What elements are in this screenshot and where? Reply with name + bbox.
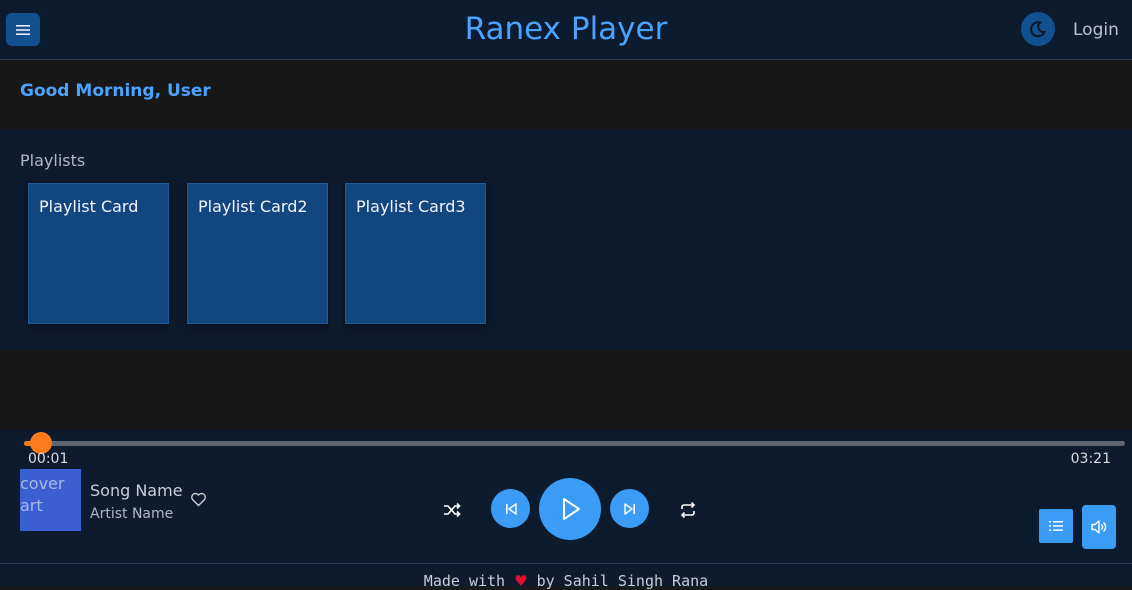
footer-author: by Sahil Singh Rana xyxy=(527,572,709,590)
login-link[interactable]: Login xyxy=(1073,20,1119,40)
cover-art-image: cover art xyxy=(20,469,81,531)
volume-icon xyxy=(1091,520,1107,534)
queue-list-icon xyxy=(1049,521,1063,531)
playlist-card[interactable]: Playlist Card3 xyxy=(345,183,486,324)
top-navbar: Ranex Player Login xyxy=(0,0,1132,60)
playlists-section: Playlists Playlist Card Playlist Card2 P… xyxy=(0,129,1132,350)
cover-art-alt-text: cover art xyxy=(20,474,65,515)
previous-button[interactable] xyxy=(491,489,530,528)
theme-toggle-button[interactable] xyxy=(1021,12,1055,46)
moon-icon xyxy=(1030,21,1047,38)
artist-name: Artist Name xyxy=(90,506,174,522)
play-button[interactable] xyxy=(539,478,601,540)
playlist-card-label: Playlist Card xyxy=(39,197,139,216)
repeat-icon xyxy=(680,501,696,519)
song-name: Song Name xyxy=(90,481,183,500)
app-title: Ranex Player xyxy=(464,11,668,47)
playlist-card[interactable]: Playlist Card xyxy=(28,183,169,324)
total-time: 03:21 xyxy=(1070,451,1111,467)
shuffle-button[interactable] xyxy=(441,499,463,521)
greeting-text: Good Morning, User xyxy=(20,81,211,101)
seek-slider[interactable] xyxy=(24,432,1125,454)
shuffle-icon xyxy=(444,502,461,518)
volume-button[interactable] xyxy=(1082,505,1116,549)
heart-outline-icon xyxy=(191,492,206,507)
greeting-section: Good Morning, User xyxy=(0,60,1132,129)
music-player-bar: 00:01 03:21 cover art Song Name Artist N… xyxy=(0,430,1132,585)
playlist-card-label: Playlist Card2 xyxy=(198,197,308,216)
footer-prefix: Made with xyxy=(423,572,515,590)
queue-button[interactable] xyxy=(1039,509,1073,543)
playlist-card-label: Playlist Card3 xyxy=(356,197,466,216)
footer: Made with ♥ by Sahil Singh Rana xyxy=(0,563,1132,590)
repeat-button[interactable] xyxy=(677,499,699,521)
empty-content-area xyxy=(0,350,1132,430)
footer-credit: Made with ♥ by Sahil Singh Rana xyxy=(0,572,1132,590)
heart-icon: ♥ xyxy=(514,572,528,590)
current-time: 00:01 xyxy=(28,451,69,467)
next-icon xyxy=(623,502,635,515)
playlists-heading: Playlists xyxy=(20,151,86,170)
next-button[interactable] xyxy=(610,489,649,528)
playlist-card[interactable]: Playlist Card2 xyxy=(187,183,328,324)
like-button[interactable] xyxy=(190,491,207,508)
play-icon xyxy=(563,498,580,520)
previous-icon xyxy=(505,502,517,515)
